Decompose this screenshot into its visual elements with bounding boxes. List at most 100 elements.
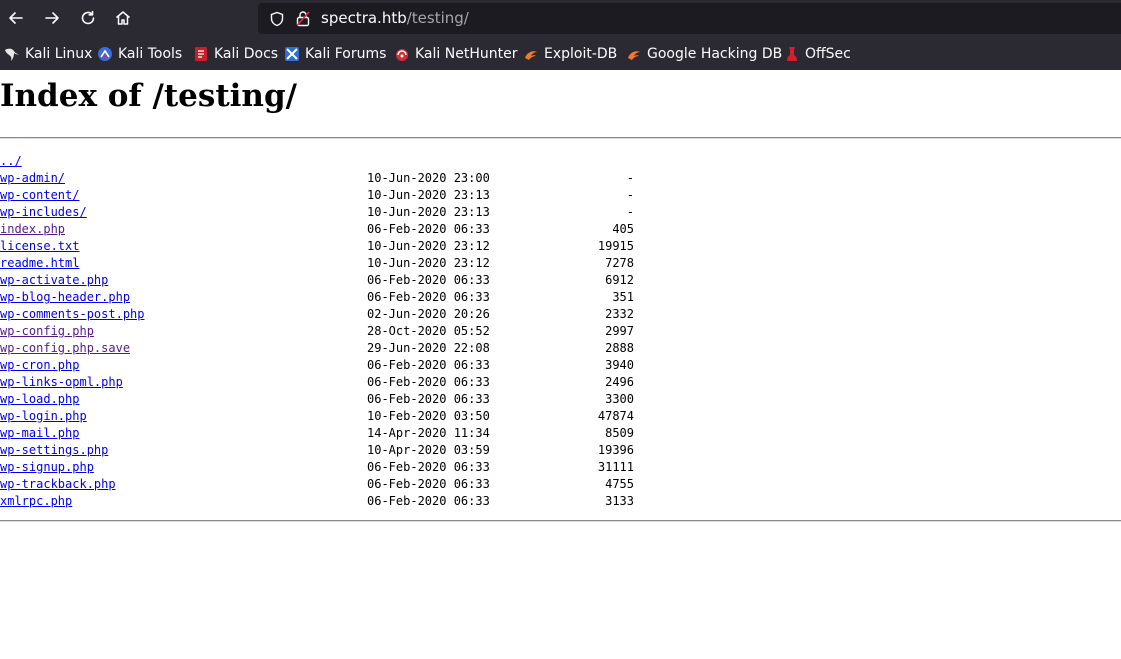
file-link[interactable]: wp-config.php xyxy=(0,323,94,340)
file-size: 351 xyxy=(612,290,634,304)
file-link[interactable]: xmlrpc.php xyxy=(0,493,72,510)
bookmark-kali-tools[interactable]: Kali Tools xyxy=(97,44,182,64)
kali-tools-icon xyxy=(97,46,113,62)
file-date: 02-Jun-2020 20:26 xyxy=(367,307,490,321)
back-button[interactable] xyxy=(4,6,28,30)
file-date: 06-Feb-2020 06:33 xyxy=(367,290,490,304)
file-link[interactable]: wp-settings.php xyxy=(0,442,108,459)
file-link[interactable]: license.txt xyxy=(0,238,79,255)
bookmark-label: Google Hacking DB xyxy=(647,46,783,62)
offsec-icon xyxy=(784,46,800,62)
reload-icon xyxy=(81,10,95,25)
ghdb-icon xyxy=(626,46,642,62)
bookmark-kali-nethunter[interactable]: Kali NetHunter xyxy=(394,44,517,64)
forward-arrow-icon xyxy=(45,12,59,24)
file-date: 10-Jun-2020 23:12 xyxy=(367,256,490,270)
file-link[interactable]: wp-content/ xyxy=(0,187,79,204)
file-link[interactable]: wp-blog-header.php xyxy=(0,289,130,306)
browser-chrome: spectra.htb/testing/ Kali Linux Kali Too… xyxy=(0,0,1121,70)
file-size: 31111 xyxy=(597,460,634,474)
forward-button[interactable] xyxy=(40,6,64,30)
bookmark-label: OffSec xyxy=(805,46,851,62)
top-divider xyxy=(0,137,1121,139)
bookmark-kali-forums[interactable]: Kali Forums xyxy=(284,44,386,64)
home-icon xyxy=(116,11,130,25)
file-date: 10-Jun-2020 23:12 xyxy=(367,239,490,253)
file-date: 06-Feb-2020 06:33 xyxy=(367,375,490,389)
file-link[interactable]: wp-trackback.php xyxy=(0,476,116,493)
file-date: 28-Oct-2020 05:52 xyxy=(367,324,490,338)
file-link[interactable]: wp-config.php.save xyxy=(0,340,130,357)
file-link[interactable]: wp-cron.php xyxy=(0,357,79,374)
bookmark-label: Kali Forums xyxy=(305,46,387,62)
file-date: 06-Feb-2020 06:33 xyxy=(367,222,490,236)
file-size: - xyxy=(626,188,634,202)
file-link[interactable]: index.php xyxy=(0,221,65,238)
file-date: 06-Feb-2020 06:33 xyxy=(367,392,490,406)
file-date: 06-Feb-2020 06:33 xyxy=(367,460,490,474)
reload-button[interactable] xyxy=(76,6,100,30)
bookmark-label: Kali Linux xyxy=(25,46,93,62)
bookmark-google-hacking-db[interactable]: Google Hacking DB xyxy=(626,44,782,64)
file-link[interactable]: wp-admin/ xyxy=(0,170,65,187)
file-date: 10-Apr-2020 03:59 xyxy=(367,443,490,457)
file-date: 14-Apr-2020 11:34 xyxy=(367,426,490,440)
bookmark-label: Kali NetHunter xyxy=(415,46,518,62)
back-arrow-icon xyxy=(9,12,23,24)
file-size: 4755 xyxy=(605,477,634,491)
file-date: 29-Jun-2020 22:08 xyxy=(367,341,490,355)
parent-directory-link[interactable]: ../ xyxy=(0,153,22,170)
bookmark-label: Exploit-DB xyxy=(544,46,618,62)
file-size: 8509 xyxy=(605,426,634,440)
url-text[interactable]: spectra.htb/testing/ xyxy=(321,9,469,27)
file-link[interactable]: wp-activate.php xyxy=(0,272,108,289)
bookmark-kali-linux[interactable]: Kali Linux xyxy=(4,44,92,64)
file-size: - xyxy=(626,205,634,219)
file-size: 19915 xyxy=(597,239,634,253)
bookmark-kali-docs[interactable]: Kali Docs xyxy=(193,44,278,64)
file-date: 10-Feb-2020 03:50 xyxy=(367,409,490,423)
file-date: 06-Feb-2020 06:33 xyxy=(367,358,490,372)
home-button[interactable] xyxy=(111,6,135,30)
file-date: 10-Jun-2020 23:00 xyxy=(367,171,490,185)
file-link[interactable]: readme.html xyxy=(0,255,79,272)
address-bar[interactable]: spectra.htb/testing/ xyxy=(258,3,1121,34)
file-link[interactable]: wp-comments-post.php xyxy=(0,306,145,323)
file-size: 3940 xyxy=(605,358,634,372)
bookmark-exploit-db[interactable]: Exploit-DB xyxy=(523,44,617,64)
url-host: spectra.htb xyxy=(321,9,407,27)
file-size: 3133 xyxy=(605,494,634,508)
file-date: 06-Feb-2020 06:33 xyxy=(367,494,490,508)
file-size: 7278 xyxy=(605,256,634,270)
bookmarks-toolbar: Kali Linux Kali Tools Kali Docs Kali For… xyxy=(0,38,1121,69)
file-size: 2888 xyxy=(605,341,634,355)
kali-dragon-icon xyxy=(4,46,20,62)
file-size: 2997 xyxy=(605,324,634,338)
file-size: 3300 xyxy=(605,392,634,406)
file-size: 19396 xyxy=(597,443,634,457)
insecure-lock-icon[interactable] xyxy=(295,10,311,27)
file-size: - xyxy=(626,171,634,185)
file-link[interactable]: wp-links-opml.php xyxy=(0,374,123,391)
url-path: /testing/ xyxy=(406,9,469,27)
kali-docs-icon xyxy=(193,46,209,62)
file-link[interactable]: wp-includes/ xyxy=(0,204,87,221)
tracking-protection-shield-icon[interactable] xyxy=(269,11,285,27)
exploit-db-icon xyxy=(523,46,539,62)
file-size: 2332 xyxy=(605,307,634,321)
file-date: 06-Feb-2020 06:33 xyxy=(367,273,490,287)
file-date: 10-Jun-2020 23:13 xyxy=(367,188,490,202)
kali-forums-icon xyxy=(284,46,300,62)
bookmark-offsec[interactable]: OffSec xyxy=(784,44,851,64)
kali-nethunter-icon xyxy=(394,46,410,62)
file-date: 06-Feb-2020 06:33 xyxy=(367,477,490,491)
file-link[interactable]: wp-load.php xyxy=(0,391,79,408)
file-link[interactable]: wp-login.php xyxy=(0,408,87,425)
bookmark-label: Kali Tools xyxy=(118,46,183,62)
file-link[interactable]: wp-signup.php xyxy=(0,459,94,476)
file-size: 6912 xyxy=(605,273,634,287)
file-link[interactable]: wp-mail.php xyxy=(0,425,79,442)
file-size: 47874 xyxy=(597,409,634,423)
bottom-divider xyxy=(0,520,1121,522)
file-size: 2496 xyxy=(605,375,634,389)
